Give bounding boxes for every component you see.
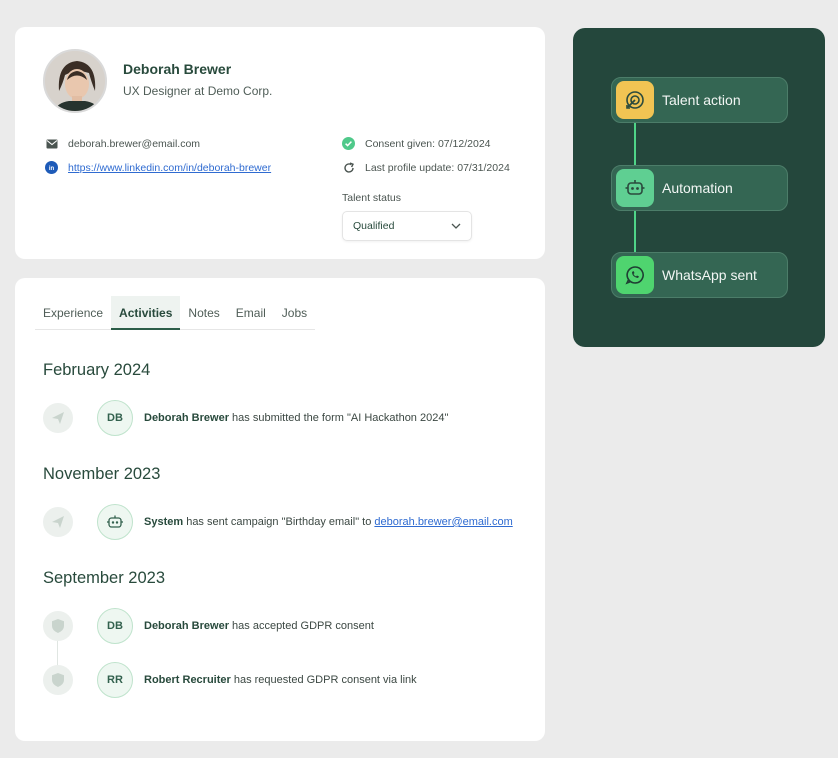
linkedin-link[interactable]: https://www.linkedin.com/in/deborah-brew…: [68, 162, 271, 174]
avatar: DB: [97, 400, 133, 436]
refresh-icon: [342, 161, 355, 174]
tab-experience[interactable]: Experience: [35, 296, 111, 330]
talent-status-select[interactable]: Qualified: [342, 211, 472, 241]
activity-actor[interactable]: Deborah Brewer: [144, 620, 229, 632]
flow-connector: [634, 120, 636, 166]
month-heading: November 2023: [43, 465, 161, 483]
activity-description: has accepted GDPR consent: [228, 620, 374, 632]
avatar: RR: [97, 662, 133, 698]
tab-bar: Experience Activities Notes Email Jobs: [35, 296, 316, 330]
flow-node-talent-action[interactable]: Talent action: [611, 77, 788, 123]
candidate-job-title: UX Designer at Demo Corp.: [123, 84, 273, 98]
flow-node-automation[interactable]: Automation: [611, 165, 788, 211]
activity-description: has sent campaign "Birthday email" to: [183, 516, 375, 528]
tab-notes[interactable]: Notes: [180, 296, 227, 330]
robot-icon: [107, 515, 123, 528]
linkedin-icon: in: [45, 161, 58, 174]
send-icon: [43, 403, 73, 433]
talent-status-label: Talent status: [342, 192, 401, 204]
mail-icon: [45, 137, 58, 150]
shield-icon: [43, 665, 73, 695]
month-heading: February 2024: [43, 361, 151, 379]
flow-node-label: WhatsApp sent: [662, 267, 757, 283]
email-row: deborah.brewer@email.com: [45, 137, 200, 150]
consent-row: Consent given: 07/12/2024: [342, 137, 491, 150]
activity-actor: System: [144, 516, 184, 528]
tab-email[interactable]: Email: [228, 296, 274, 330]
flow-connector: [634, 208, 636, 254]
target-icon: [616, 81, 654, 119]
activity-actor[interactable]: Deborah Brewer: [144, 412, 229, 424]
talent-status-value: Qualified: [353, 220, 395, 232]
tab-activities[interactable]: Activities: [111, 296, 181, 330]
robot-icon: [616, 169, 654, 207]
svg-text:in: in: [49, 166, 55, 172]
consent-text: Consent given: 07/12/2024: [365, 137, 491, 150]
activity-item: Deborah Brewer has accepted GDPR consent: [144, 620, 374, 632]
activity-item: System has sent campaign "Birthday email…: [144, 516, 513, 528]
activity-description: has requested GDPR consent via link: [230, 674, 417, 686]
month-heading: September 2023: [43, 569, 166, 587]
whatsapp-icon: [616, 256, 654, 294]
check-circle-icon: [342, 137, 355, 150]
shield-icon: [43, 611, 73, 641]
profile-card: Deborah Brewer UX Designer at Demo Corp.…: [15, 27, 545, 259]
tab-jobs[interactable]: Jobs: [274, 296, 315, 330]
flow-node-label: Talent action: [662, 92, 741, 108]
update-row: Last profile update: 07/31/2024: [342, 161, 510, 174]
person-photo: [45, 51, 105, 111]
avatar: DB: [97, 608, 133, 644]
activity-item: Deborah Brewer has submitted the form "A…: [144, 412, 448, 424]
system-avatar: [97, 504, 133, 540]
automation-flow-panel: Talent action Automation WhatsApp sent: [573, 28, 825, 347]
activity-description: has submitted the form "AI Hackathon 202…: [228, 412, 449, 424]
activity-item: Robert Recruiter has requested GDPR cons…: [144, 674, 417, 686]
activity-email-link[interactable]: deborah.brewer@email.com: [374, 516, 512, 528]
avatar: [43, 49, 107, 113]
activity-actor[interactable]: Robert Recruiter: [144, 674, 231, 686]
candidate-name: Deborah Brewer: [123, 61, 232, 77]
email-text[interactable]: deborah.brewer@email.com: [68, 138, 200, 150]
flow-node-whatsapp-sent[interactable]: WhatsApp sent: [611, 252, 788, 298]
last-update-text: Last profile update: 07/31/2024: [365, 161, 510, 174]
linkedin-row: in https://www.linkedin.com/in/deborah-b…: [45, 161, 271, 174]
send-icon: [43, 507, 73, 537]
flow-node-label: Automation: [662, 180, 733, 196]
chevron-down-icon: [451, 220, 461, 232]
activity-card: Experience Activities Notes Email Jobs F…: [15, 278, 545, 741]
